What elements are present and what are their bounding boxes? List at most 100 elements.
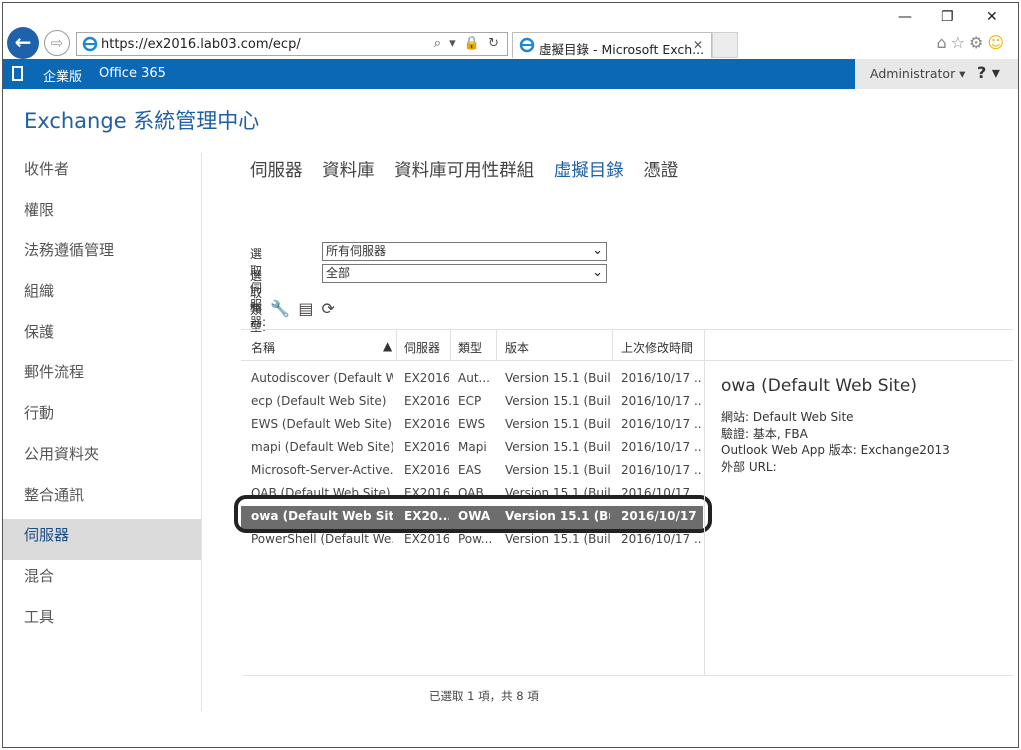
status-text: 已選取 1 項，共 8 項 <box>429 689 539 703</box>
cell-modified: 2016/10/17 ... <box>621 417 701 431</box>
cell-type: EWS <box>458 417 486 431</box>
nav-item-public-folders[interactable]: 公用資料夾 <box>3 438 201 479</box>
office365-link[interactable]: Office 365 <box>99 66 166 81</box>
cell-type: Aut... <box>458 371 490 385</box>
tab-servers[interactable]: 伺服器 <box>250 161 303 181</box>
table-row[interactable]: Microsoft-Server-Active... EX2016 EAS Ve… <box>241 460 703 483</box>
grid-toolbar: ✎🔧▤⟳ <box>249 299 343 318</box>
chevron-down-icon: ⌄ <box>592 243 603 258</box>
back-button[interactable]: ← <box>7 27 39 59</box>
cell-type: Pow... <box>458 532 493 546</box>
configure-icon[interactable]: 🔧 <box>270 299 298 318</box>
app-title: Exchange 系統管理中心 <box>24 109 260 133</box>
tab-title: 虛擬目錄 - Microsoft Exch... <box>539 42 705 57</box>
office-bar: 企業版 Office 365 Administrator ▾ ? ▾ <box>3 59 1018 89</box>
cell-modified: 2016/10/17 ... <box>621 394 701 408</box>
nav-item-mobile[interactable]: 行動 <box>3 397 201 438</box>
table-row[interactable]: EWS (Default Web Site) EX2016 EWS Versio… <box>241 414 703 437</box>
table-row[interactable]: Autodiscover (Default W... EX2016 Aut...… <box>241 368 703 391</box>
cell-version: Version 15.1 (Buil... <box>505 417 610 431</box>
cell-name: ecp (Default Web Site) <box>251 394 387 408</box>
smile-icon[interactable]: ☺ <box>987 33 1008 52</box>
col-sep <box>450 330 451 361</box>
edit-icon[interactable]: ✎ <box>249 299 270 318</box>
gear-icon[interactable]: ⚙ <box>969 33 987 52</box>
type-filter-select[interactable]: 全部 ⌄ <box>322 264 607 283</box>
browser-window: ← ⇨ https://ex2016.lab03.com/ecp/ ⌕ ▾ 🔒 … <box>2 2 1019 748</box>
edition-label[interactable]: 企業版 <box>43 66 82 85</box>
detail-owa-version: Outlook Web App 版本: Exchange2013 <box>721 443 950 457</box>
sort-ascending-icon: ▲ <box>383 339 393 353</box>
chevron-down-icon: ⌄ <box>592 265 603 280</box>
nav-item-recipients[interactable]: 收件者 <box>3 153 201 194</box>
nav-divider <box>201 153 202 711</box>
cell-server: EX2016 <box>404 440 449 454</box>
cell-name: mapi (Default Web Site) <box>251 440 393 454</box>
col-type[interactable]: 類型 <box>458 339 482 356</box>
tab-virtual-directories[interactable]: 虛擬目錄 <box>554 161 624 181</box>
ie-icon <box>82 36 98 52</box>
url-text[interactable]: https://ex2016.lab03.com/ecp/ <box>101 37 301 52</box>
col-version[interactable]: 版本 <box>505 339 529 356</box>
tab-dag[interactable]: 資料庫可用性群組 <box>394 161 534 181</box>
tab-databases[interactable]: 資料庫 <box>322 161 375 181</box>
col-name[interactable]: 名稱 <box>251 339 275 356</box>
detail-title: owa (Default Web Site) <box>721 376 918 396</box>
home-icon[interactable]: ⌂ <box>936 33 950 52</box>
table-row[interactable]: ecp (Default Web Site) EX2016 ECP Versio… <box>241 391 703 414</box>
cell-type: Mapi <box>458 440 487 454</box>
server-filter-select[interactable]: 所有伺服器 ⌄ <box>322 242 607 261</box>
help-menu[interactable]: ? ▾ <box>977 63 1000 82</box>
col-sep <box>704 330 705 361</box>
detail-divider <box>704 361 705 676</box>
col-server[interactable]: 伺服器 <box>404 339 440 356</box>
nav-item-permissions[interactable]: 權限 <box>3 194 201 235</box>
forward-button[interactable]: ⇨ <box>44 30 70 56</box>
nav-item-hybrid[interactable]: 混合 <box>3 560 201 601</box>
close-icon[interactable]: ✕ <box>986 9 998 25</box>
new-tab-button[interactable] <box>712 32 738 58</box>
tab-close-icon[interactable]: ✕ <box>693 38 703 52</box>
cell-modified: 2016/10/17 ... <box>621 532 701 546</box>
cell-modified: 2016/10/17 ... <box>621 463 701 477</box>
nav-item-servers[interactable]: 伺服器 <box>3 519 201 560</box>
nav-item-tools[interactable]: 工具 <box>3 601 201 642</box>
left-nav: 收件者 權限 法務遵循管理 組織 保護 郵件流程 行動 公用資料夾 整合通訊 伺… <box>3 153 201 641</box>
address-bar[interactable]: https://ex2016.lab03.com/ecp/ ⌕ ▾ 🔒 ↻ <box>76 32 508 56</box>
col-sep <box>496 330 497 361</box>
cell-server: EX2016 <box>404 532 449 546</box>
server-filter-value: 所有伺服器 <box>326 244 387 258</box>
tab-certificates[interactable]: 憑證 <box>643 161 678 181</box>
cell-version: Version 15.1 (Buil... <box>505 371 610 385</box>
restore-icon[interactable]: ❐ <box>941 9 954 25</box>
nav-item-compliance[interactable]: 法務遵循管理 <box>3 234 201 275</box>
table-row[interactable]: mapi (Default Web Site) EX2016 Mapi Vers… <box>241 437 703 460</box>
nav-item-mail-flow[interactable]: 郵件流程 <box>3 356 201 397</box>
reset-icon[interactable]: ▤ <box>298 299 321 318</box>
browser-right-icons: ⌂☆⚙☺ <box>936 33 1008 52</box>
cell-modified: 2016/10/17 ... <box>621 371 701 385</box>
cell-name: EWS (Default Web Site) <box>251 417 392 431</box>
type-filter-value: 全部 <box>326 266 351 280</box>
office-logo-icon[interactable] <box>12 66 23 81</box>
sub-tabs: 伺服器 資料庫 資料庫可用性群組 虛擬目錄 憑證 <box>250 157 692 182</box>
browser-tab[interactable]: 虛擬目錄 - Microsoft Exch... ✕ <box>512 32 712 58</box>
cell-name: Microsoft-Server-Active... <box>251 463 393 477</box>
cell-version: Version 15.1 (Buil... <box>505 463 610 477</box>
nav-item-protection[interactable]: 保護 <box>3 316 201 357</box>
favorites-icon[interactable]: ☆ <box>951 33 969 52</box>
minimize-icon[interactable]: — <box>898 9 912 25</box>
refresh-icon[interactable]: ⟳ <box>321 299 342 318</box>
nav-item-organization[interactable]: 組織 <box>3 275 201 316</box>
grid-header: 名稱 ▲ 伺服器 類型 版本 上次修改時間 <box>241 329 1013 361</box>
address-tools[interactable]: ⌕ ▾ 🔒 ↻ <box>434 36 501 51</box>
grid-bottom-line <box>243 675 1013 676</box>
selection-highlight-annotation <box>234 495 712 533</box>
user-menu[interactable]: Administrator ▾ <box>870 66 965 81</box>
col-modified[interactable]: 上次修改時間 <box>621 339 693 356</box>
ie-icon <box>519 37 535 53</box>
user-area: Administrator ▾ ? ▾ <box>855 59 1018 89</box>
nav-item-unified-messaging[interactable]: 整合通訊 <box>3 479 201 520</box>
cell-server: EX2016 <box>404 417 449 431</box>
detail-site: 網站: Default Web Site <box>721 410 854 424</box>
